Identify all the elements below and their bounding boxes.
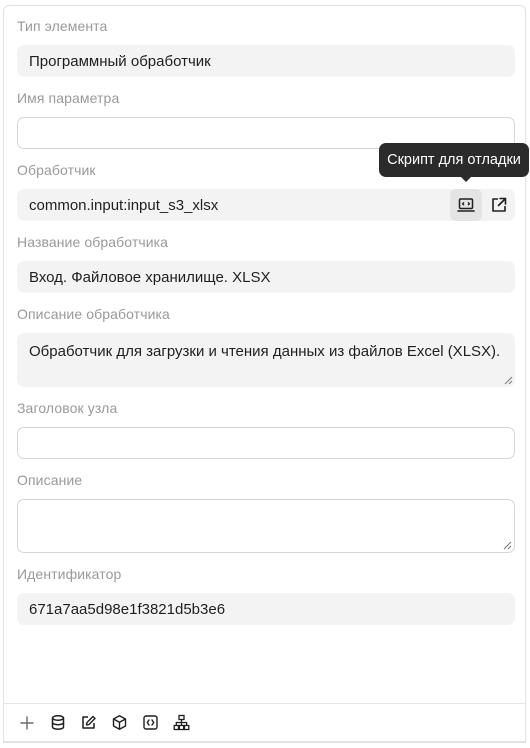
- handler-desc-label: Описание обработчика: [17, 306, 170, 322]
- open-handler-button[interactable]: [483, 189, 515, 221]
- handler-name-field: Вход. Файловое хранилище. XLSX: [17, 261, 515, 293]
- tooltip-text: Скрипт для отладки: [387, 152, 521, 168]
- element-type-label: Тип элемента: [17, 18, 108, 34]
- identifier-field: 671a7aa5d98e1f3821d5b3e6: [17, 593, 515, 625]
- cube-button[interactable]: [104, 707, 135, 739]
- debug-script-tooltip: Скрипт для отладки: [379, 143, 529, 177]
- add-button[interactable]: [11, 707, 42, 739]
- element-type-field: Программный обработчик: [17, 45, 515, 77]
- param-name-label: Имя параметра: [17, 90, 120, 106]
- open-external-icon: [492, 197, 507, 212]
- node-title-label: Заголовок узла: [17, 400, 118, 416]
- identifier-value: 671a7aa5d98e1f3821d5b3e6: [29, 600, 226, 618]
- handler-name-label: Название обработчика: [17, 234, 169, 250]
- hierarchy-button[interactable]: [166, 707, 197, 739]
- resize-handle-icon[interactable]: [503, 541, 512, 550]
- debug-script-button[interactable]: [450, 189, 482, 221]
- database-icon: [51, 715, 64, 730]
- handler-label: Обработчик: [17, 162, 96, 178]
- handler-field: common.input:input_s3_xlsx: [17, 189, 515, 221]
- edit-button[interactable]: [73, 707, 104, 739]
- cube-icon: [112, 715, 127, 730]
- edit-icon: [82, 715, 96, 729]
- description-label: Описание: [17, 472, 83, 488]
- database-button[interactable]: [42, 707, 73, 739]
- hierarchy-icon: [173, 714, 190, 731]
- handler-desc-value: Обработчик для загрузки и чтения данных …: [29, 343, 501, 360]
- code-icon: [143, 715, 158, 730]
- add-icon: [19, 715, 34, 730]
- handler-value: common.input:input_s3_xlsx: [29, 196, 219, 214]
- code-button[interactable]: [135, 707, 166, 739]
- bottom-toolbar: [3, 703, 526, 741]
- element-type-value: Программный обработчик: [29, 52, 211, 70]
- node-title-input[interactable]: [17, 427, 515, 459]
- description-textarea[interactable]: [17, 499, 515, 553]
- debug-script-icon: [457, 198, 475, 212]
- handler-name-value: Вход. Файловое хранилище. XLSX: [29, 268, 271, 286]
- resize-handle-icon[interactable]: [504, 376, 513, 385]
- panel-bottom-border: [3, 741, 526, 743]
- identifier-label: Идентификатор: [17, 566, 122, 582]
- tooltip-arrow: [460, 176, 472, 182]
- handler-desc-field: Обработчик для загрузки и чтения данных …: [17, 333, 515, 387]
